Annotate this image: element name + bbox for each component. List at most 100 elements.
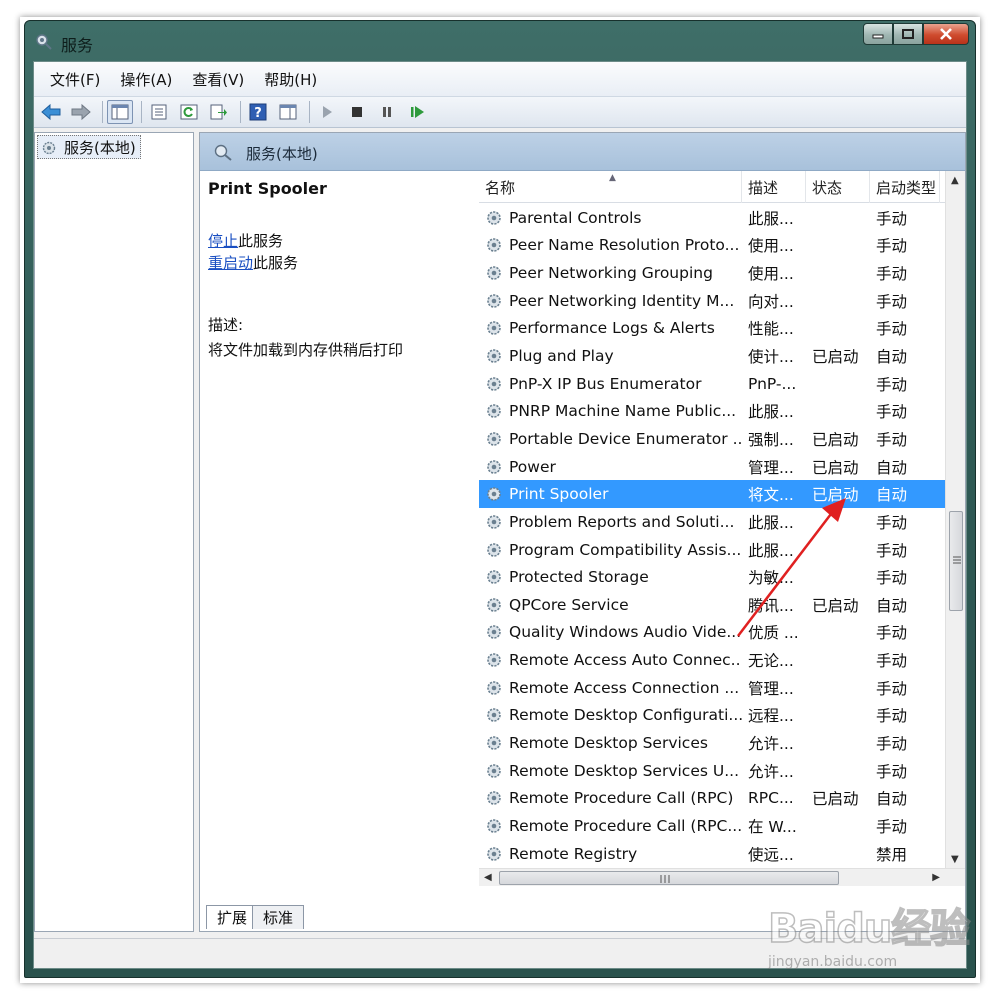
table-row[interactable]: Remote Registry 使远... 禁用 bbox=[479, 840, 945, 868]
table-row[interactable]: PnP-X IP Bus Enumerator PnP-... 手动 bbox=[479, 370, 945, 398]
close-button[interactable] bbox=[923, 23, 969, 45]
table-row[interactable]: Remote Access Connection ... 管理... 手动 bbox=[479, 674, 945, 702]
service-startup-type: 禁用 bbox=[876, 845, 908, 864]
table-row[interactable]: Plug and Play 使计... 已启动 自动 bbox=[479, 342, 945, 370]
service-startup-type: 手动 bbox=[876, 762, 908, 781]
table-row[interactable]: QPCore Service 腾讯... 已启动 自动 bbox=[479, 591, 945, 619]
service-startup-type: 手动 bbox=[876, 569, 908, 588]
table-row[interactable]: Program Compatibility Assis... 此服... 手动 bbox=[479, 536, 945, 564]
menu-file[interactable]: 文件(F) bbox=[40, 69, 110, 90]
service-description: 将文... bbox=[748, 486, 794, 505]
minimize-icon bbox=[872, 34, 884, 39]
table-row[interactable]: Remote Desktop Configurati... 远程... 手动 bbox=[479, 702, 945, 730]
services-list: 名称 ▲ 描述 状态 启动类型 Parental Controls 此服... 手动… bbox=[479, 171, 965, 886]
horizontal-scroll-thumb[interactable] bbox=[499, 871, 839, 885]
service-name: Peer Name Resolution Proto... bbox=[509, 236, 740, 255]
title-bar[interactable]: 服务 bbox=[25, 21, 975, 61]
table-row[interactable]: Peer Networking Grouping 使用... 手动 bbox=[479, 259, 945, 287]
table-row[interactable]: Remote Procedure Call (RPC) RPC... 已启动 自动 bbox=[479, 784, 945, 812]
service-gear-icon bbox=[487, 625, 501, 640]
maximize-button[interactable] bbox=[893, 23, 923, 45]
table-row[interactable]: Quality Windows Audio Vide... 优质 ... 手动 bbox=[479, 619, 945, 647]
table-row[interactable]: Remote Access Auto Connec... 无论... 手动 bbox=[479, 646, 945, 674]
service-description: 优质 ... bbox=[748, 624, 799, 643]
services-gear-icon bbox=[36, 34, 52, 50]
service-startup-type: 手动 bbox=[876, 817, 908, 836]
stop-service-button[interactable] bbox=[344, 100, 370, 124]
service-description: 腾讯... bbox=[748, 596, 794, 615]
restart-service-link[interactable]: 重启动 bbox=[208, 254, 253, 272]
table-row[interactable]: Remote Desktop Services U... 允许... 手动 bbox=[479, 757, 945, 785]
service-name-cell: Protected Storage bbox=[479, 567, 742, 587]
close-icon bbox=[940, 28, 952, 40]
service-startup-type: 手动 bbox=[876, 707, 908, 726]
table-row[interactable]: Problem Reports and Soluti... 此服... 手动 bbox=[479, 508, 945, 536]
column-header-status[interactable]: 状态 bbox=[806, 171, 870, 203]
vertical-scroll-thumb[interactable] bbox=[949, 511, 963, 611]
restart-icon bbox=[411, 106, 424, 118]
horizontal-scrollbar[interactable]: ◀ ▶ bbox=[479, 868, 965, 886]
table-row[interactable]: Peer Name Resolution Proto... 使用... 手动 bbox=[479, 232, 945, 260]
restart-service-button[interactable] bbox=[404, 100, 430, 124]
table-row[interactable]: PNRP Machine Name Public... 此服... 手动 bbox=[479, 397, 945, 425]
table-row[interactable]: Power 管理... 已启动 自动 bbox=[479, 453, 945, 481]
table-row[interactable]: Peer Networking Identity M... 向对... 手动 bbox=[479, 287, 945, 315]
service-name: Problem Reports and Soluti... bbox=[509, 512, 735, 531]
tree-node-label: 服务(本地) bbox=[64, 138, 136, 157]
minimize-button[interactable] bbox=[863, 23, 893, 45]
service-gear-icon bbox=[487, 293, 501, 308]
table-row[interactable]: Print Spooler 将文... 已启动 自动 bbox=[479, 480, 945, 509]
table-row[interactable]: Remote Procedure Call (RPC... 在 W... 手动 bbox=[479, 812, 945, 840]
service-startup-type: 手动 bbox=[876, 734, 908, 753]
column-header-name[interactable]: 名称 ▲ bbox=[479, 171, 742, 203]
forward-button[interactable] bbox=[68, 100, 94, 124]
toolbar-separator bbox=[102, 101, 103, 123]
window-title: 服务 bbox=[61, 36, 94, 55]
service-name: Peer Networking Identity M... bbox=[509, 291, 735, 310]
back-button[interactable] bbox=[38, 100, 64, 124]
refresh-button[interactable] bbox=[176, 100, 202, 124]
table-row[interactable]: Parental Controls 此服... 手动 bbox=[479, 204, 945, 232]
pause-service-button[interactable] bbox=[374, 100, 400, 124]
column-header-startup-type[interactable]: 启动类型 bbox=[870, 171, 940, 203]
help-button[interactable]: ? bbox=[245, 100, 271, 124]
menu-view[interactable]: 查看(V) bbox=[182, 69, 254, 90]
menu-action[interactable]: 操作(A) bbox=[110, 69, 182, 90]
menu-help[interactable]: 帮助(H) bbox=[254, 69, 327, 90]
scroll-down-icon[interactable]: ▼ bbox=[951, 854, 959, 865]
service-description: 管理... bbox=[748, 679, 794, 698]
table-row[interactable]: Protected Storage 为敏... 手动 bbox=[479, 563, 945, 591]
service-startup-type: 手动 bbox=[876, 430, 908, 449]
service-name-cell: Peer Name Resolution Proto... bbox=[479, 235, 742, 255]
service-description: 允许... bbox=[748, 762, 794, 781]
export-list-button[interactable] bbox=[206, 100, 232, 124]
tree-node-services-local[interactable]: 服务(本地) bbox=[37, 135, 141, 159]
services-gear-icon bbox=[42, 141, 56, 155]
properties-button[interactable] bbox=[146, 100, 172, 124]
table-row[interactable]: Remote Desktop Services 允许... 手动 bbox=[479, 729, 945, 757]
table-row[interactable]: Performance Logs & Alerts 性能... 手动 bbox=[479, 315, 945, 343]
service-name-cell: Portable Device Enumerator ... bbox=[479, 429, 742, 449]
stop-icon bbox=[352, 107, 362, 117]
service-name-cell: Plug and Play bbox=[479, 346, 742, 366]
show-console-tree-button[interactable] bbox=[107, 100, 133, 124]
tab-extended[interactable]: 扩展 bbox=[206, 905, 259, 929]
start-service-button[interactable] bbox=[314, 100, 340, 124]
stop-service-link[interactable]: 停止 bbox=[208, 232, 238, 250]
service-name-cell: Remote Access Auto Connec... bbox=[479, 650, 742, 670]
service-description: 使远... bbox=[748, 845, 794, 864]
scroll-up-icon[interactable]: ▲ bbox=[951, 175, 959, 186]
service-name-cell: Program Compatibility Assis... bbox=[479, 540, 742, 560]
scroll-right-icon[interactable]: ▶ bbox=[932, 872, 940, 883]
column-header-description[interactable]: 描述 bbox=[742, 171, 806, 203]
service-startup-type: 手动 bbox=[876, 292, 908, 311]
service-name-cell: Remote Access Connection ... bbox=[479, 678, 742, 698]
table-row[interactable]: Portable Device Enumerator ... 强制... 已启动 手动 bbox=[479, 425, 945, 453]
tab-standard[interactable]: 标准 bbox=[252, 905, 305, 929]
service-gear-icon bbox=[487, 736, 501, 750]
service-description: 使用... bbox=[748, 237, 794, 256]
vertical-scrollbar[interactable]: ▲ ▼ bbox=[945, 171, 965, 868]
play-icon bbox=[323, 106, 332, 118]
show-action-pane-button[interactable] bbox=[275, 100, 301, 124]
scroll-left-icon[interactable]: ◀ bbox=[484, 872, 492, 883]
